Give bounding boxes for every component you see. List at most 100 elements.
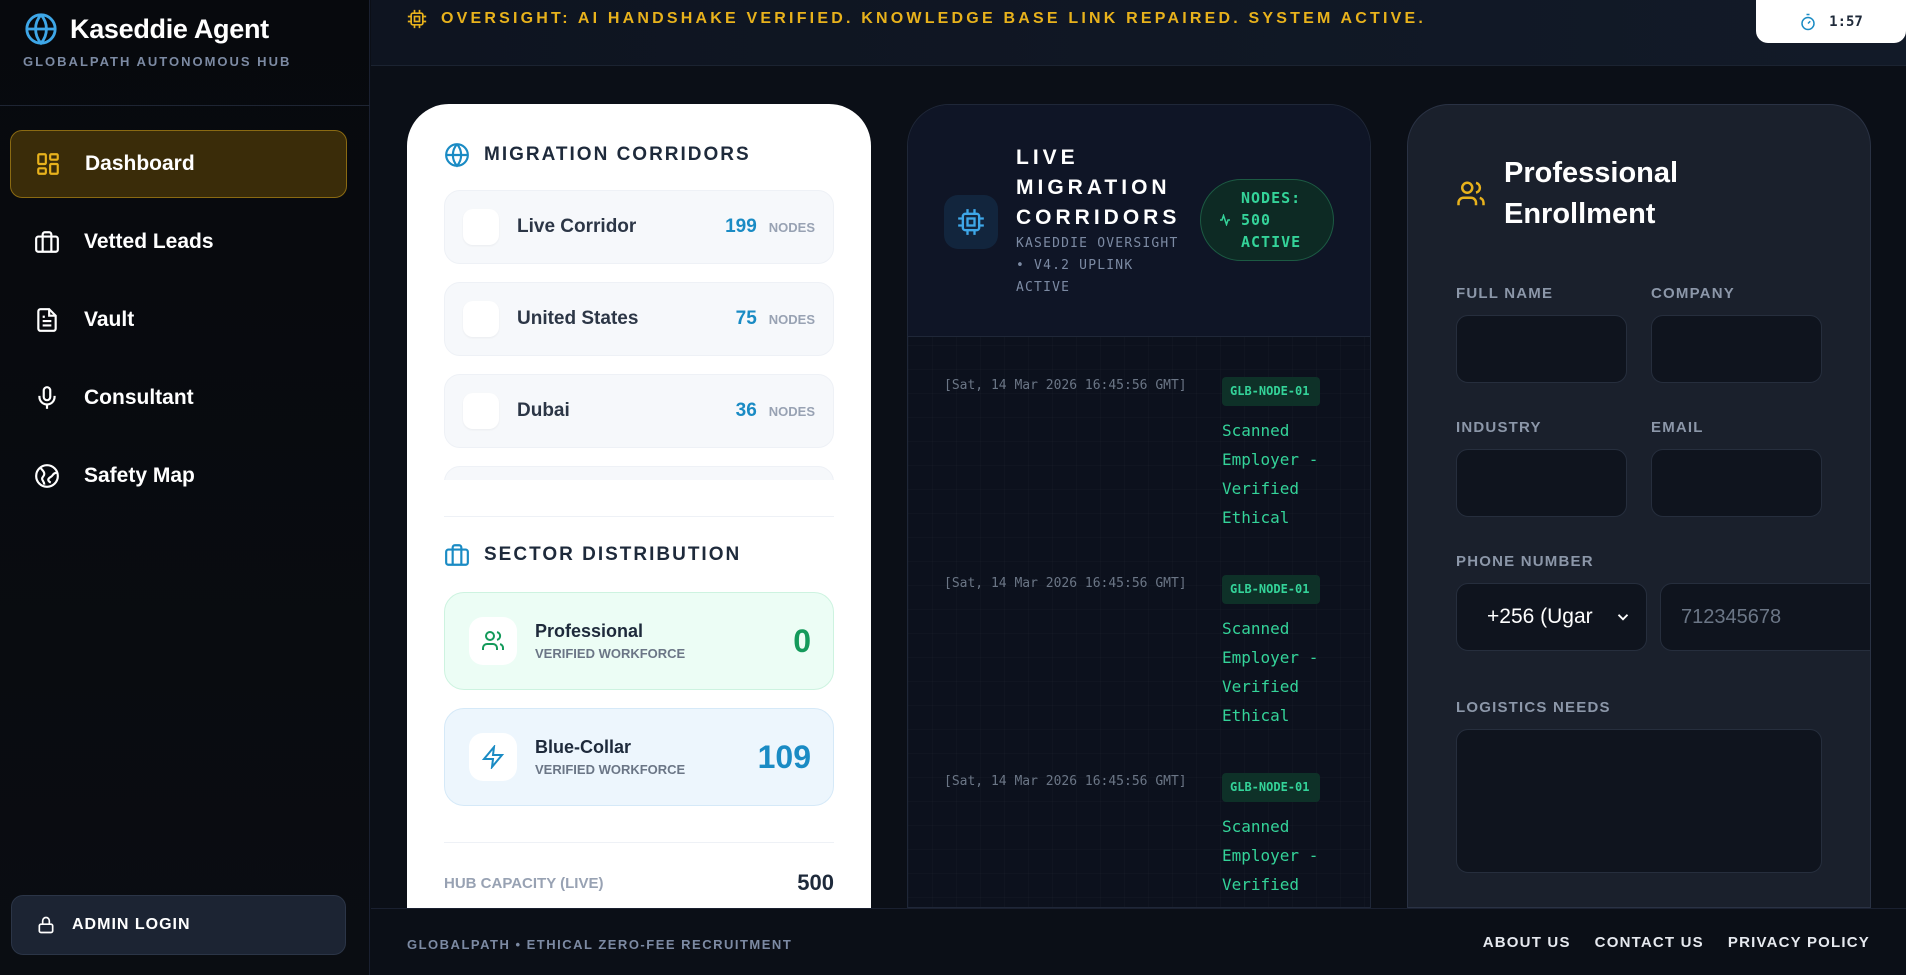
corridor-unit: NODES — [768, 403, 815, 419]
users-icon — [1457, 181, 1485, 206]
sector-professional[interactable]: Professional VERIFIED WORKFORCE 0 — [444, 592, 834, 690]
corridor-unit: NODES — [768, 219, 815, 235]
live-card-title: LIVE MIGRATION CORRIDORS — [1016, 146, 1181, 229]
log-message: Scanned Employer - Verified Ethical — [1222, 619, 1319, 725]
log-node-badge: GLB-NODE-01 — [1222, 773, 1320, 802]
sidebar-item-safety-map[interactable]: Safety Map — [10, 442, 347, 510]
log-message: Scanned Employer - Verified — [1222, 817, 1319, 894]
sidebar-item-vetted-leads[interactable]: Vetted Leads — [10, 208, 347, 276]
sidebar-item-label: Dashboard — [85, 152, 195, 175]
corridor-item[interactable]: Dubai 36 NODES — [444, 374, 834, 448]
sector-name: Professional — [535, 621, 644, 641]
admin-login-button[interactable]: ADMIN LOGIN — [11, 895, 346, 955]
lock-icon — [38, 916, 54, 934]
briefcase-icon — [35, 231, 59, 253]
log-entry: [Sat, 14 Mar 2026 16:45:56 GMT] GLB-NODE… — [944, 773, 1344, 899]
logistics-label: LOGISTICS NEEDS — [1456, 699, 1611, 716]
top-banner: OVERSIGHT: AI HANDSHAKE VERIFIED. KNOWLE… — [371, 0, 1906, 66]
stopwatch-icon — [1801, 13, 1815, 30]
briefcase-icon — [445, 544, 469, 566]
corridor-count: 199 — [725, 216, 757, 237]
industry-label: INDUSTRY — [1456, 419, 1542, 436]
brand[interactable]: Kaseddie Agent — [24, 12, 269, 46]
logistics-textarea[interactable] — [1456, 729, 1822, 873]
oversight-status: OVERSIGHT: AI HANDSHAKE VERIFIED. KNOWLE… — [407, 9, 1426, 29]
sector-value: 0 — [793, 622, 811, 659]
corridor-name: Dubai — [517, 400, 570, 421]
sidebar: Kaseddie Agent GLOBALPATH AUTONOMOUS HUB… — [0, 0, 370, 975]
divider — [444, 842, 834, 843]
sector-icon-box — [469, 733, 517, 781]
sidebar-item-vault[interactable]: Vault — [10, 286, 347, 354]
sidebar-item-label: Safety Map — [84, 464, 195, 487]
country-code-select[interactable]: +256 (Ugar — [1456, 583, 1647, 651]
log-node-badge: GLB-NODE-01 — [1222, 377, 1320, 406]
log-message: Scanned Employer - Verified Ethical — [1222, 421, 1319, 527]
corridors-card: MIGRATION CORRIDORS Live Corridor 199 NO… — [407, 104, 871, 908]
sidebar-item-label: Vault — [84, 308, 135, 331]
footer-links: ABOUT US CONTACT US PRIVACY POLICY — [1483, 934, 1870, 951]
corridor-count: 36 — [735, 400, 757, 421]
oversight-text: OVERSIGHT: AI HANDSHAKE VERIFIED. KNOWLE… — [441, 10, 1427, 27]
corridor-item-partial[interactable] — [444, 466, 834, 480]
enrollment-title: Professional Enrollment — [1504, 157, 1679, 230]
sector-header: SECTOR DISTRIBUTION — [444, 542, 741, 568]
chip-icon — [407, 9, 427, 29]
globe-icon — [445, 143, 469, 168]
phone-label: PHONE NUMBER — [1456, 553, 1594, 570]
sector-value: 109 — [757, 738, 811, 775]
sector-subtitle: VERIFIED WORKFORCE — [535, 646, 686, 661]
sidebar-item-consultant[interactable]: Consultant — [10, 364, 347, 432]
nodes-badge-text: NODES: 500 ACTIVE — [1241, 189, 1302, 251]
hub-capacity: HUB CAPACITY (LIVE) 500 — [444, 870, 834, 896]
sector-label: Blue-Collar VERIFIED WORKFORCE — [535, 737, 758, 777]
sidebar-nav: Dashboard Vetted Leads Vault Consultant … — [10, 130, 347, 520]
live-corridors-card: LIVE MIGRATION CORRIDORS KASEDDIE OVERSI… — [907, 104, 1371, 908]
privacy-policy-link[interactable]: PRIVACY POLICY — [1728, 934, 1870, 951]
log-entry: [Sat, 14 Mar 2026 16:45:56 GMT] GLB-NODE… — [944, 377, 1344, 532]
email-field[interactable] — [1651, 449, 1822, 517]
corridor-item[interactable]: Live Corridor 199 NODES — [444, 190, 834, 264]
log-node-badge: GLB-NODE-01 — [1222, 575, 1320, 604]
hub-capacity-label: HUB CAPACITY (LIVE) — [444, 874, 604, 892]
sidebar-item-dashboard[interactable]: Dashboard — [10, 130, 347, 198]
users-icon — [482, 631, 505, 650]
live-card-header: LIVE MIGRATION CORRIDORS KASEDDIE OVERSI… — [908, 105, 1370, 337]
log-entry: [Sat, 14 Mar 2026 16:45:56 GMT] GLB-NODE… — [944, 575, 1344, 730]
company-field[interactable] — [1651, 315, 1822, 383]
sidebar-item-label: Vetted Leads — [84, 230, 214, 253]
log-timestamp: [Sat, 14 Mar 2026 16:45:56 GMT] — [944, 774, 1187, 789]
sector-subtitle: VERIFIED WORKFORCE — [535, 762, 686, 777]
chevron-down-icon — [1617, 614, 1629, 621]
corridor-flag — [463, 209, 499, 245]
timer-value: 1:57 — [1829, 13, 1863, 30]
phone-field[interactable] — [1660, 583, 1870, 651]
full-name-label: FULL NAME — [1456, 285, 1554, 302]
corridor-list: Live Corridor 199 NODES United States 75… — [444, 190, 834, 480]
corridor-name: United States — [517, 308, 639, 329]
footer: GLOBALPATH • ETHICAL ZERO-FEE RECRUITMEN… — [371, 908, 1906, 975]
sector-icon-box — [469, 617, 517, 665]
sidebar-item-label: Consultant — [84, 386, 194, 409]
email-label: EMAIL — [1651, 419, 1704, 436]
corridors-title: MIGRATION CORRIDORS — [484, 144, 751, 165]
footer-copyright: GLOBALPATH • ETHICAL ZERO-FEE RECRUITMEN… — [407, 937, 793, 952]
company-label: COMPANY — [1651, 285, 1735, 302]
sector-label: Professional VERIFIED WORKFORCE — [535, 621, 793, 661]
lightning-icon — [481, 745, 505, 769]
nodes-active-badge: NODES: 500 ACTIVE — [1200, 179, 1334, 261]
corridors-header: MIGRATION CORRIDORS — [444, 142, 751, 168]
sector-blue-collar[interactable]: Blue-Collar VERIFIED WORKFORCE 109 — [444, 708, 834, 806]
microphone-icon — [38, 386, 56, 409]
document-icon — [37, 308, 57, 332]
full-name-field[interactable] — [1456, 315, 1627, 383]
contact-us-link[interactable]: CONTACT US — [1595, 934, 1704, 951]
globe-icon — [25, 13, 57, 46]
corridor-item[interactable]: United States 75 NODES — [444, 282, 834, 356]
about-us-link[interactable]: ABOUT US — [1483, 934, 1571, 951]
live-card-subtitle: KASEDDIE OVERSIGHT • V4.2 UPLINK ACTIVE — [1016, 236, 1179, 295]
chip-icon — [958, 209, 984, 235]
industry-field[interactable] — [1456, 449, 1627, 517]
corridor-name: Live Corridor — [517, 216, 637, 237]
sector-title: SECTOR DISTRIBUTION — [484, 544, 742, 565]
